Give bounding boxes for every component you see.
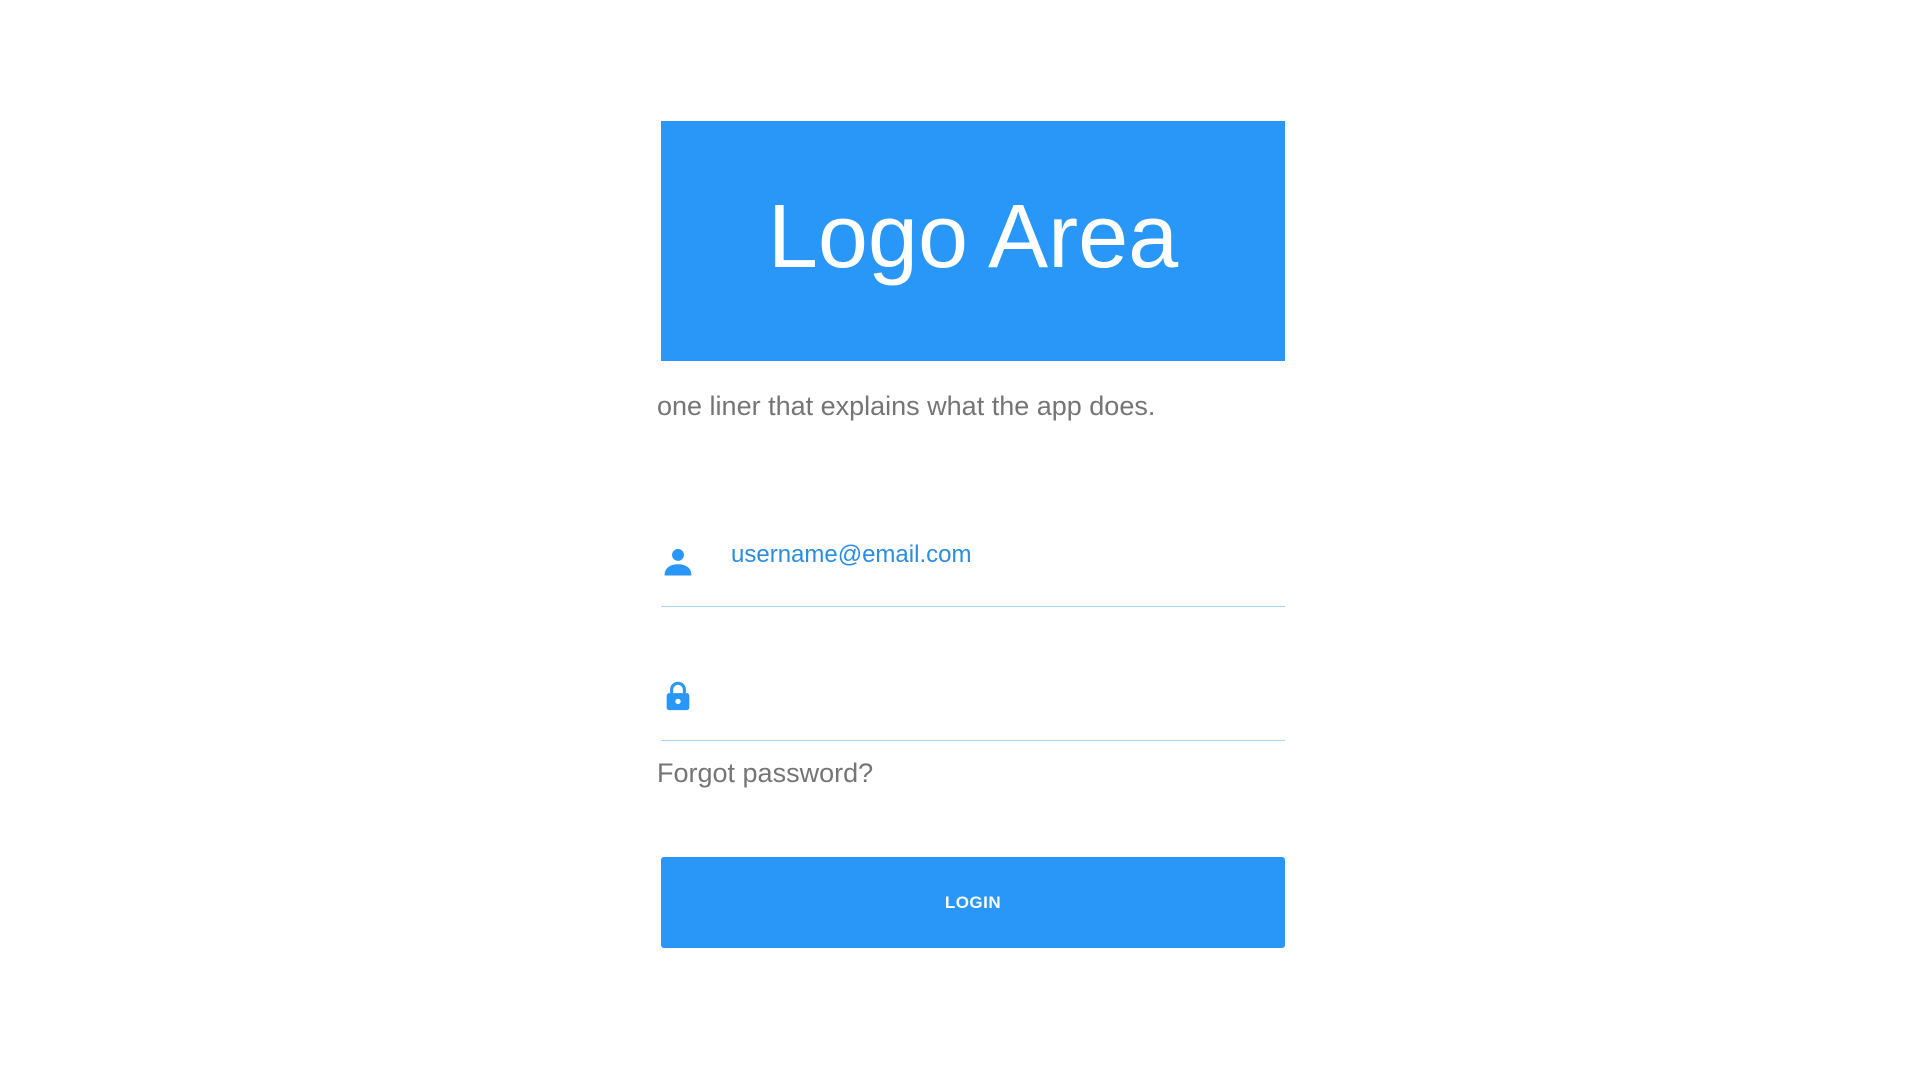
person-icon (664, 549, 692, 576)
password-input[interactable] (731, 669, 1281, 710)
login-form: Logo Area one liner that explains what t… (657, 121, 1285, 949)
logo-area: Logo Area (661, 121, 1285, 361)
app-tagline: one liner that explains what the app doe… (657, 391, 1156, 421)
login-button[interactable]: LOGIN (661, 857, 1285, 949)
lock-icon (666, 682, 690, 711)
logo-text: Logo Area (767, 187, 1179, 287)
login-page: Logo Area one liner that explains what t… (0, 0, 1920, 1080)
password-field (661, 651, 1285, 742)
username-input[interactable] (731, 535, 1281, 576)
forgot-password-link[interactable]: Forgot password? (657, 758, 873, 789)
username-field (661, 517, 1285, 608)
